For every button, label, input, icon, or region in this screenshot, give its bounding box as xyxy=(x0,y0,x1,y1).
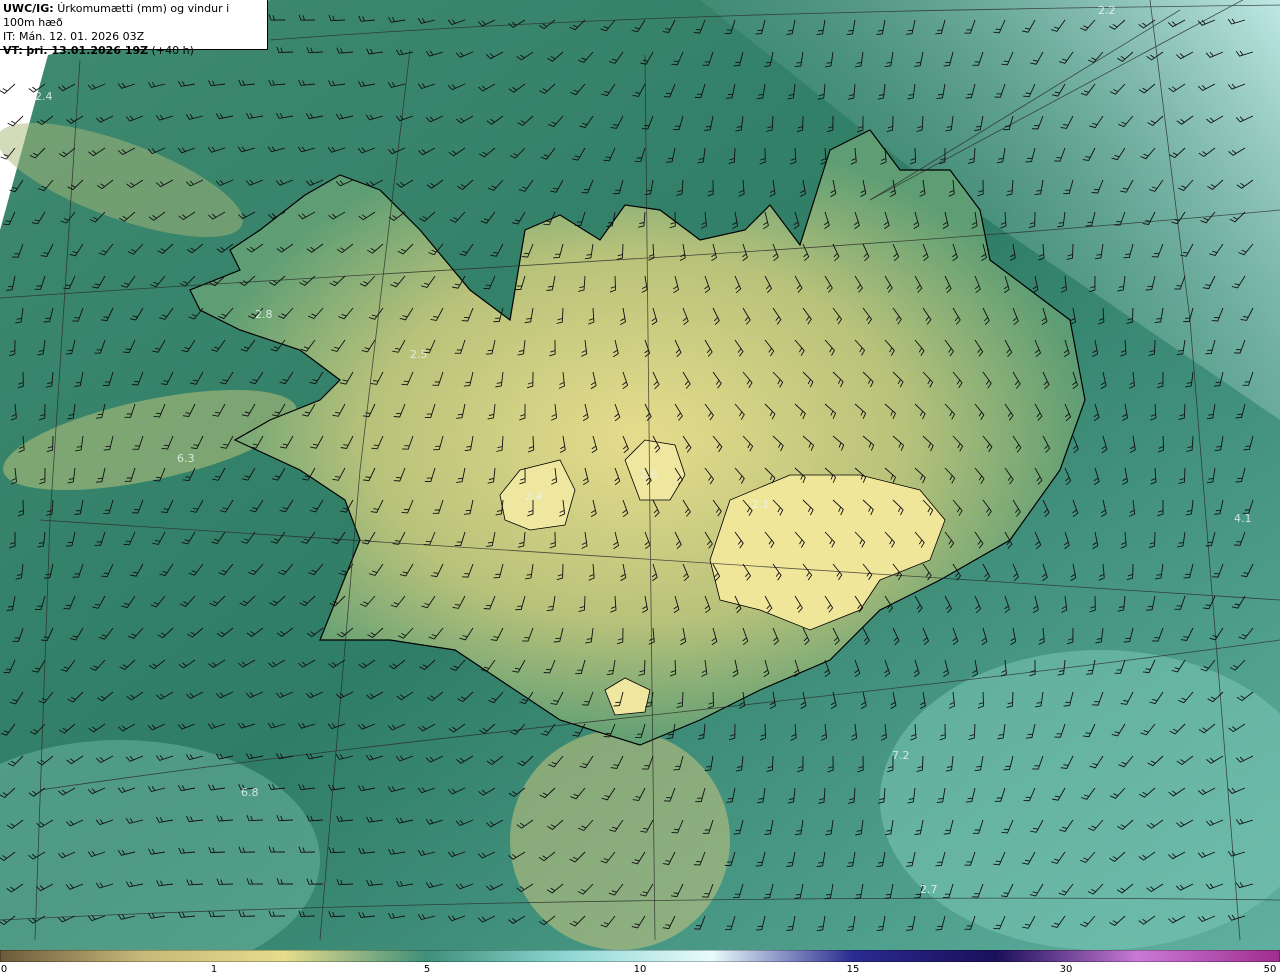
value-label-nw-corner: 2.4 xyxy=(35,90,53,103)
value-label-southwest-sea: 6.8 xyxy=(241,786,259,799)
colorbar-tick: 5 xyxy=(423,964,431,975)
value-label-reykjanes-west: 6.3 xyxy=(177,452,195,465)
colorbar-tick: 10 xyxy=(633,964,647,975)
colorbar xyxy=(0,950,1280,962)
value-label-north-top: 2.2 xyxy=(1098,4,1116,17)
value-label-south-sea: 2.7 xyxy=(920,883,938,896)
colorbar-tick: 0 xyxy=(0,964,8,975)
colorbar-tick: 30 xyxy=(1059,964,1073,975)
map-title-box: UWC/IG: Úrkomumætti (mm) og vindur i 100… xyxy=(0,0,268,57)
valid-prefix: VT: xyxy=(3,44,23,57)
issue-time: IT: Mán. 12. 01. 2026 03Z xyxy=(3,30,145,43)
valid-time: þri. 13.01.2026 19Z xyxy=(26,44,149,57)
valid-time-line: VT: þri. 13.01.2026 19Z (+40 h) xyxy=(3,44,264,58)
value-label-vatnajokull: 2.1 xyxy=(752,498,770,511)
lead-time: (+40 h) xyxy=(151,44,194,57)
value-label-southeast-sea: 7.2 xyxy=(892,749,910,762)
value-label-east-sea: 4.1 xyxy=(1234,512,1252,525)
title-line: UWC/IG: Úrkomumætti (mm) og vindur i 100… xyxy=(3,2,264,30)
value-label-westfjords: 2.8 xyxy=(255,308,273,321)
value-label-hofsjokull: 2.6 xyxy=(640,468,658,481)
colorbar-ticks: 0 1 5 10 15 30 50 xyxy=(0,962,1280,978)
value-label-breidafjordur: 2.5 xyxy=(410,348,428,361)
colorbar-tick: 50 xyxy=(1263,964,1277,975)
value-label-langjokull: 2.4 xyxy=(525,490,543,503)
precipitation-wind-map: 2.4 2.8 2.5 6.3 2.4 2.6 2.1 4.1 7.2 6.8 … xyxy=(0,0,1280,950)
product-code: UWC/IG: xyxy=(3,2,54,15)
colorbar-tick: 15 xyxy=(846,964,860,975)
colorbar-tick: 1 xyxy=(210,964,218,975)
